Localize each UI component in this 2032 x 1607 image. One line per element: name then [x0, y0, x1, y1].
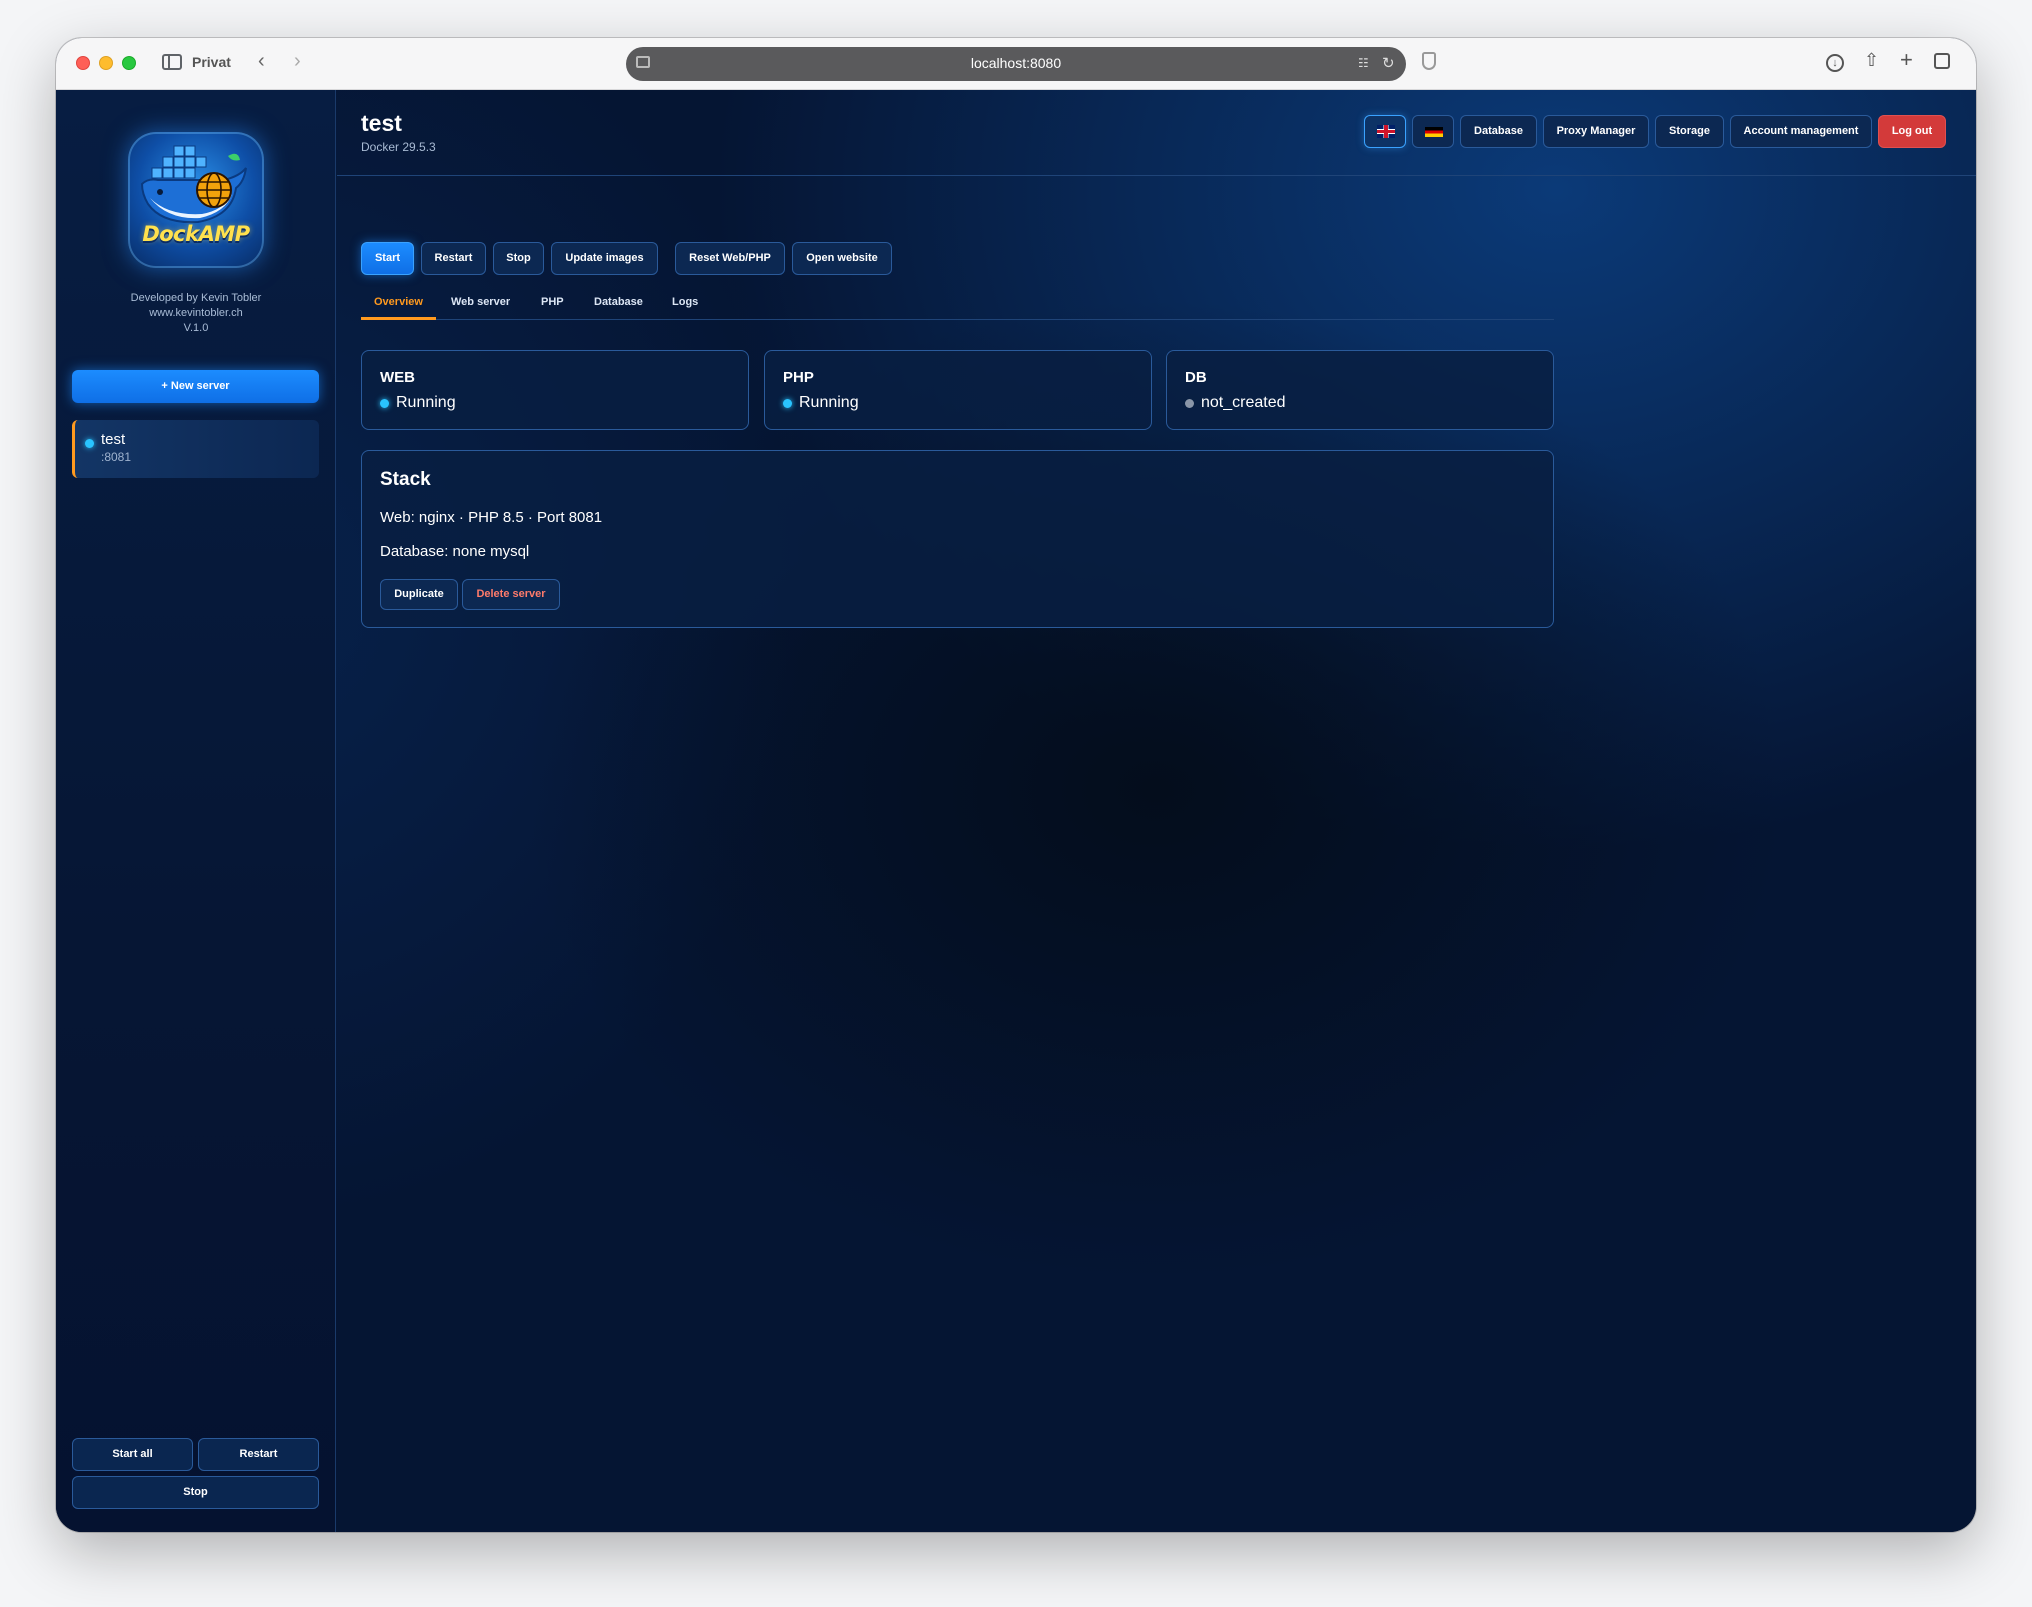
logo-wordmark: DockAMP: [142, 222, 250, 246]
status-dot: [1185, 399, 1194, 408]
server-port: :8081: [101, 450, 132, 464]
url-text[interactable]: localhost:8080: [626, 55, 1406, 71]
dockamp-logo: DockAMP: [128, 132, 264, 268]
stop-all-button[interactable]: Stop: [72, 1476, 319, 1509]
docker-version: Docker 29.5.3: [361, 140, 436, 154]
close-window-button[interactable]: [76, 56, 90, 70]
start-all-button[interactable]: Start all: [72, 1438, 193, 1471]
tab-overview-icon[interactable]: [1934, 53, 1950, 69]
new-server-button[interactable]: + New server: [72, 370, 319, 403]
card-label: WEB: [380, 369, 415, 386]
new-tab-icon[interactable]: +: [1900, 47, 1913, 73]
reset-web-php-button[interactable]: Reset Web/PHP: [675, 242, 785, 275]
status-dot: [783, 399, 792, 408]
storage-button[interactable]: Storage: [1655, 115, 1724, 148]
stack-web-info: Web: nginx · PHP 8.5 · Port 8081: [380, 509, 603, 526]
web-status-card: WEB Running: [361, 350, 749, 430]
log-out-button[interactable]: Log out: [1878, 115, 1946, 148]
server-status-dot: [85, 439, 94, 448]
card-status: not_created: [1201, 394, 1286, 411]
uk-flag-icon: [1377, 125, 1395, 138]
proxy-manager-button[interactable]: Proxy Manager: [1543, 115, 1649, 148]
stack-title: Stack: [380, 469, 431, 490]
restart-all-button[interactable]: Restart: [198, 1438, 319, 1471]
zoom-window-button[interactable]: [122, 56, 136, 70]
duplicate-button[interactable]: Duplicate: [380, 579, 458, 610]
language-english-button[interactable]: [1364, 115, 1406, 148]
privacy-shield-icon[interactable]: [1422, 52, 1436, 70]
german-flag-icon: [1425, 127, 1443, 137]
tab-bar: Overview Web server PHP Database Logs: [361, 286, 1554, 320]
download-icon[interactable]: ↓: [1826, 54, 1844, 72]
reload-icon[interactable]: ↻: [1382, 54, 1395, 72]
update-images-button[interactable]: Update images: [551, 242, 658, 275]
server-list-item-test[interactable]: test :8081: [72, 420, 319, 478]
tab-logs[interactable]: Logs: [672, 296, 698, 308]
app-version: V.1.0: [183, 322, 209, 334]
developer-website-link[interactable]: www.kevintobler.ch: [56, 307, 336, 319]
server-name: test: [101, 431, 126, 448]
language-german-button[interactable]: [1412, 115, 1454, 148]
active-tab-indicator: [361, 317, 436, 320]
share-icon[interactable]: ⇧: [1864, 50, 1879, 71]
tab-database[interactable]: Database: [594, 296, 643, 308]
back-arrow-icon[interactable]: ‹: [258, 50, 265, 73]
tab-web-server[interactable]: Web server: [451, 296, 510, 308]
minimize-window-button[interactable]: [99, 56, 113, 70]
forward-arrow-icon[interactable]: ›: [294, 50, 301, 73]
translate-icon[interactable]: ☷: [1358, 56, 1369, 70]
status-dot: [380, 399, 389, 408]
db-status-card: DB not_created: [1166, 350, 1554, 430]
open-website-button[interactable]: Open website: [792, 242, 892, 275]
sidebar-toggle-icon[interactable]: [162, 54, 182, 70]
page-title: test: [361, 110, 402, 136]
sidebar: DockAMP Developed by Kevin Tobler www.ke…: [56, 90, 336, 1532]
developer-credit: Developed by Kevin Tobler: [130, 292, 262, 304]
database-button[interactable]: Database: [1460, 115, 1537, 148]
card-status: Running: [799, 394, 859, 411]
card-status: Running: [396, 394, 456, 411]
app-area: DockAMP Developed by Kevin Tobler www.ke…: [56, 90, 1976, 1532]
address-bar[interactable]: localhost:8080 ☷ ↻: [626, 47, 1406, 81]
stack-database-info: Database: none mysql: [380, 543, 530, 560]
account-management-button[interactable]: Account management: [1730, 115, 1872, 148]
delete-server-button[interactable]: Delete server: [462, 579, 560, 610]
restart-button[interactable]: Restart: [421, 242, 486, 275]
page-header: test Docker 29.5.3 Database Proxy Manage…: [337, 90, 1976, 176]
stop-button[interactable]: Stop: [493, 242, 544, 275]
browser-toolbar: Privat ‹ › localhost:8080 ☷ ↻ ↓ ⇧ +: [56, 38, 1976, 90]
browser-window: Privat ‹ › localhost:8080 ☷ ↻ ↓ ⇧ + Dock…: [56, 38, 1976, 1532]
private-mode-label: Privat: [192, 54, 231, 70]
card-label: PHP: [783, 369, 814, 386]
card-label: DB: [1185, 369, 1207, 386]
php-status-card: PHP Running: [764, 350, 1152, 430]
start-button[interactable]: Start: [361, 242, 414, 275]
stack-card: Stack Web: nginx · PHP 8.5 · Port 8081 D…: [361, 450, 1554, 628]
tab-overview[interactable]: Overview: [374, 296, 423, 308]
tab-php[interactable]: PHP: [541, 296, 564, 308]
